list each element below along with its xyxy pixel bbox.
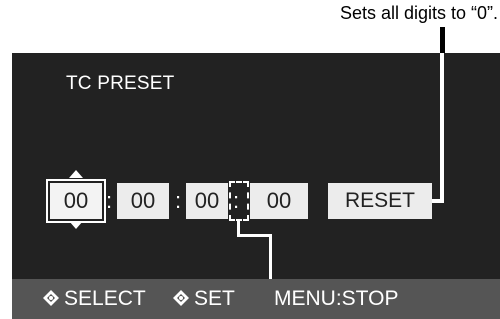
reset-button[interactable]: RESET bbox=[328, 183, 432, 219]
menu-stop-hint: MENU:STOP bbox=[274, 287, 399, 310]
set-hint-label: SET bbox=[194, 287, 235, 310]
timecode-frames-field[interactable]: 00 bbox=[250, 183, 308, 219]
callout-line-reset-vertical bbox=[440, 53, 444, 203]
callout-line-separator-horizontal bbox=[237, 234, 272, 237]
page-title: TC PRESET bbox=[66, 73, 175, 94]
bottom-hint-bar: SELECT SET MENU:STOP bbox=[12, 279, 500, 319]
decrement-arrow-icon[interactable] bbox=[69, 221, 83, 229]
callout-line-top-vertical bbox=[440, 27, 445, 53]
timecode-minutes-field[interactable]: 00 bbox=[117, 183, 169, 219]
reset-callout-text: Sets all digits to “0”. bbox=[339, 3, 498, 23]
timecode-separator: : bbox=[105, 188, 113, 213]
set-hint: SET bbox=[172, 279, 235, 319]
tc-preset-screen: TC PRESET 00 : 00 : 00 : 00 RESET SELECT… bbox=[12, 53, 500, 319]
dpad-icon bbox=[173, 290, 189, 306]
select-hint: SELECT bbox=[42, 279, 146, 319]
increment-arrow-icon[interactable] bbox=[69, 170, 83, 178]
timecode-seconds-field[interactable]: 00 bbox=[186, 183, 228, 219]
select-hint-label: SELECT bbox=[64, 287, 146, 310]
callout-line-reset-horizontal bbox=[432, 199, 444, 203]
timecode-hours-field[interactable]: 00 bbox=[46, 179, 106, 223]
timecode-separator: : bbox=[174, 188, 182, 213]
dpad-icon bbox=[43, 290, 59, 306]
frame-separator-highlight bbox=[229, 181, 249, 221]
